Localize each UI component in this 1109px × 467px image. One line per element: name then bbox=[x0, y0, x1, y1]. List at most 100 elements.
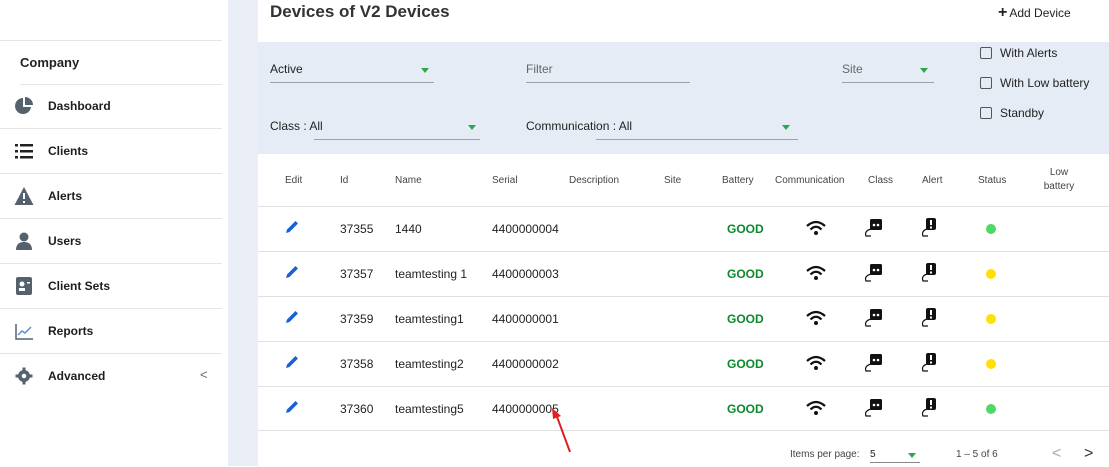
column-header-alert[interactable]: Alert bbox=[922, 175, 943, 186]
column-header-site[interactable]: Site bbox=[664, 175, 681, 186]
row-battery: GOOD bbox=[727, 267, 764, 281]
state-select[interactable]: Active bbox=[270, 62, 434, 83]
row-name: 1440 bbox=[395, 222, 422, 236]
add-device-button[interactable]: + Add Device bbox=[998, 4, 1071, 22]
wifi-icon bbox=[806, 400, 826, 415]
row-id: 37355 bbox=[340, 222, 374, 236]
page-title: Devices of V2 Devices bbox=[270, 2, 450, 21]
status-dot bbox=[986, 314, 996, 324]
table-row[interactable]: 37357 teamtesting 1 4400000003 GOOD bbox=[258, 251, 1109, 296]
status-dot bbox=[986, 224, 996, 234]
column-header-id[interactable]: Id bbox=[340, 175, 348, 186]
status-dot bbox=[986, 359, 996, 369]
row-serial: 4400000001 bbox=[492, 312, 559, 326]
gear-icon bbox=[15, 367, 33, 385]
pie-chart-icon bbox=[15, 97, 33, 114]
row-battery: GOOD bbox=[727, 357, 764, 371]
wifi-icon bbox=[806, 310, 826, 325]
row-id: 37360 bbox=[340, 402, 374, 416]
device-class-icon bbox=[864, 399, 882, 417]
alert-device-icon bbox=[921, 398, 936, 417]
trend-chart-icon bbox=[15, 324, 33, 340]
sidebar-item-reports[interactable]: Reports bbox=[0, 309, 222, 354]
column-header-serial[interactable]: Serial bbox=[492, 175, 518, 186]
sidebar-item-label: Reports bbox=[48, 324, 94, 338]
status-dot bbox=[986, 404, 996, 414]
alert-device-icon bbox=[921, 353, 936, 372]
row-serial: 4400000003 bbox=[492, 267, 559, 281]
standby-checkbox[interactable]: Standby bbox=[980, 106, 1044, 120]
communication-select[interactable]: Communication : All bbox=[526, 119, 798, 140]
table-row[interactable]: 37359 teamtesting1 4400000001 GOOD bbox=[258, 296, 1109, 341]
table-row[interactable]: 37360 teamtesting5 4400000005 GOOD bbox=[258, 386, 1109, 431]
collapse-chevron-icon[interactable]: < bbox=[200, 367, 208, 382]
column-header-battery[interactable]: Battery bbox=[722, 175, 754, 186]
edit-pencil-icon[interactable] bbox=[284, 309, 300, 325]
column-header-communication[interactable]: Communication bbox=[775, 175, 844, 186]
sidebar-item-client-sets[interactable]: Client Sets bbox=[0, 264, 222, 309]
dropdown-arrow-icon bbox=[468, 125, 476, 130]
column-header-status[interactable]: Status bbox=[978, 175, 1006, 186]
red-arrow-annotation bbox=[552, 408, 571, 453]
page-size-select[interactable]: 5 bbox=[870, 449, 920, 463]
sidebar: Company Dashboard Clients Alerts Users C… bbox=[0, 0, 228, 466]
list-icon bbox=[15, 144, 33, 159]
column-header-edit[interactable]: Edit bbox=[285, 175, 302, 186]
device-class-icon bbox=[864, 219, 882, 237]
row-id: 37359 bbox=[340, 312, 374, 326]
content-gutter bbox=[228, 0, 258, 466]
edit-pencil-icon[interactable] bbox=[284, 354, 300, 370]
status-dot bbox=[986, 269, 996, 279]
sidebar-item-alerts[interactable]: Alerts bbox=[0, 174, 222, 219]
contact-card-icon bbox=[16, 277, 32, 295]
main-content: Devices of V2 Devices + Add Device Active… bbox=[258, 0, 1109, 466]
paginator: Items per page: 5 1 – 5 of 6 < > bbox=[258, 430, 1109, 467]
row-name: teamtesting 1 bbox=[395, 267, 468, 281]
row-id: 37358 bbox=[340, 357, 374, 371]
sidebar-item-advanced[interactable]: Advanced < bbox=[0, 354, 222, 398]
page-range: 1 – 5 of 6 bbox=[956, 449, 998, 460]
sidebar-item-label: Advanced bbox=[48, 369, 106, 383]
sidebar-item-label: Dashboard bbox=[48, 99, 111, 113]
sidebar-item-label: Clients bbox=[48, 144, 89, 158]
table-row[interactable]: 37355 1440 4400000004 GOOD bbox=[258, 206, 1109, 251]
with-alerts-checkbox[interactable]: With Alerts bbox=[980, 46, 1057, 60]
sidebar-header bbox=[0, 0, 222, 41]
device-class-icon bbox=[864, 309, 882, 327]
edit-pencil-icon[interactable] bbox=[284, 219, 300, 235]
column-header-low-battery[interactable]: Low battery bbox=[1034, 166, 1084, 194]
plus-icon: + bbox=[998, 4, 1008, 21]
row-battery: GOOD bbox=[727, 312, 764, 326]
column-header-class[interactable]: Class bbox=[868, 175, 893, 186]
sidebar-item-label: Alerts bbox=[48, 189, 83, 203]
sidebar-item-label: Users bbox=[48, 234, 82, 248]
site-select[interactable]: Site bbox=[842, 62, 934, 83]
company-name: Company bbox=[20, 50, 222, 85]
alert-device-icon bbox=[921, 263, 936, 282]
filter-input[interactable]: Filter bbox=[526, 62, 690, 83]
previous-page-button[interactable]: < bbox=[1052, 445, 1061, 463]
alert-device-icon bbox=[921, 218, 936, 237]
row-name: teamtesting5 bbox=[395, 402, 464, 416]
row-serial: 4400000004 bbox=[492, 222, 559, 236]
sidebar-item-users[interactable]: Users bbox=[0, 219, 222, 264]
class-select[interactable]: Class : All bbox=[270, 119, 480, 140]
next-page-button[interactable]: > bbox=[1084, 445, 1093, 463]
row-id: 37357 bbox=[340, 267, 374, 281]
row-battery: GOOD bbox=[727, 222, 764, 236]
warning-icon bbox=[14, 187, 34, 205]
sidebar-item-dashboard[interactable]: Dashboard bbox=[0, 84, 222, 129]
table-row[interactable]: 37358 teamtesting2 4400000002 GOOD bbox=[258, 341, 1109, 386]
column-header-name[interactable]: Name bbox=[395, 175, 422, 186]
column-header-description[interactable]: Description bbox=[569, 175, 619, 186]
edit-pencil-icon[interactable] bbox=[284, 264, 300, 280]
row-serial: 4400000005 bbox=[492, 402, 559, 416]
edit-pencil-icon[interactable] bbox=[284, 399, 300, 415]
with-low-battery-checkbox[interactable]: With Low battery bbox=[980, 76, 1089, 90]
row-battery: GOOD bbox=[727, 402, 764, 416]
add-device-label: Add Device bbox=[1009, 6, 1071, 20]
row-name: teamtesting2 bbox=[395, 357, 464, 371]
sidebar-item-clients[interactable]: Clients bbox=[0, 129, 222, 174]
dropdown-arrow-icon bbox=[421, 68, 429, 73]
row-serial: 4400000002 bbox=[492, 357, 559, 371]
